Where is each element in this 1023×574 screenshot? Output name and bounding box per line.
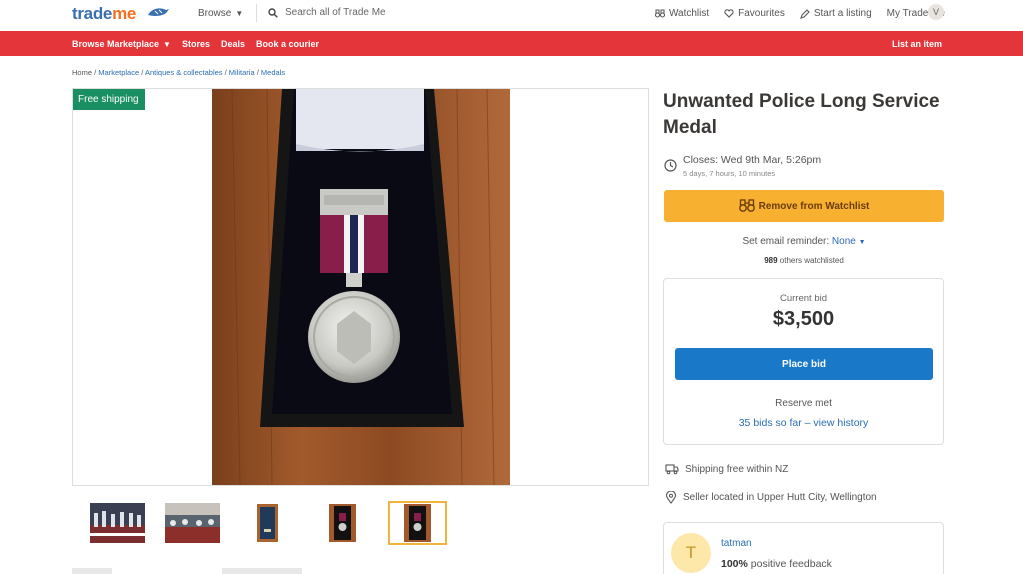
reminder-label: Set email reminder: <box>742 236 830 247</box>
medal-photo-image <box>212 89 510 485</box>
logo-text-me: me <box>112 4 137 23</box>
breadcrumb-subcategory[interactable]: Militaria <box>229 68 255 77</box>
free-shipping-badge: Free shipping <box>73 89 145 110</box>
user-avatar[interactable]: V <box>928 4 944 20</box>
top-bar: trademe Browse ▼ Search all of Trade Me W… <box>0 0 1023 31</box>
divider <box>256 4 257 22</box>
main-photo[interactable] <box>212 89 510 485</box>
cut-off-text <box>72 568 112 574</box>
list-item-link[interactable]: List an item <box>892 39 942 49</box>
seller-name-link[interactable]: tatman <box>721 538 752 549</box>
reminder-value: None <box>831 236 856 247</box>
feedback-text: positive feedback <box>750 558 832 570</box>
place-bid-button[interactable]: Place bid <box>675 348 933 380</box>
watchlist-link[interactable]: Watchlist <box>654 8 710 19</box>
reserve-status: Reserve met <box>775 398 832 409</box>
start-listing-label: Start a listing <box>813 8 872 19</box>
listing-title: Unwanted Police Long Service Medal <box>663 91 940 138</box>
favourites-label: Favourites <box>738 8 785 19</box>
closes-label: Closes: Wed 9th Mar, 5:26pm <box>683 154 822 166</box>
watchlist-button-label: Remove from Watchlist <box>758 200 870 212</box>
watchers-number: 989 <box>764 256 778 265</box>
location-info: Seller located in Upper Hutt City, Welli… <box>665 491 877 504</box>
location-text: Seller located in Upper Hutt City, Welli… <box>683 492 877 503</box>
thumbnail-1[interactable] <box>88 501 147 545</box>
browse-marketplace-label: Browse Marketplace <box>72 39 160 49</box>
breadcrumb-home[interactable]: Home <box>72 68 92 77</box>
seller-feedback: 100% positive feedback <box>721 558 832 570</box>
search-icon <box>268 7 278 18</box>
logo-text-trade: trade <box>72 4 113 23</box>
chevron-down-icon: ▼ <box>163 40 171 49</box>
breadcrumb-leaf[interactable]: Medals <box>261 68 285 77</box>
photo-gallery[interactable]: Free shipping <box>72 88 649 486</box>
time-left: 5 days, 7 hours, 10 minutes <box>683 169 776 178</box>
feedback-percent: 100% <box>721 558 748 570</box>
thumbnail-3[interactable] <box>238 501 297 545</box>
thumbnail-4[interactable] <box>313 501 372 545</box>
trade-me-logo[interactable]: trademe <box>72 4 136 24</box>
email-reminder: Set email reminder: None ▼ <box>664 236 944 247</box>
thumbnail-image <box>315 503 370 543</box>
breadcrumb-category[interactable]: Antiques & collectables <box>145 68 223 77</box>
stores-link[interactable]: Stores <box>182 39 210 49</box>
book-courier-link[interactable]: Book a courier <box>256 39 319 49</box>
seller-avatar[interactable]: T <box>671 533 711 573</box>
thumbnail-strip <box>88 501 447 545</box>
binoculars-icon <box>738 199 755 212</box>
search-input[interactable]: Search all of Trade Me <box>268 7 386 18</box>
bid-panel: Current bid $3,500 Place bid Reserve met… <box>663 278 944 445</box>
chevron-down-icon: ▼ <box>858 239 866 246</box>
search-placeholder: Search all of Trade Me <box>285 7 386 18</box>
clock-icon <box>664 159 677 172</box>
seller-panel: T tatman 100% positive feedback <box>663 522 944 574</box>
shipping-text: Shipping free within NZ <box>685 463 789 475</box>
breadcrumb: Home / Marketplace / Antiques & collecta… <box>72 68 286 77</box>
location-pin-icon <box>665 491 677 504</box>
current-bid-label: Current bid <box>780 293 827 304</box>
watchlist-label: Watchlist <box>668 8 710 19</box>
thumbnail-2[interactable] <box>163 501 222 545</box>
thumbnail-image <box>90 503 145 543</box>
pencil-icon <box>799 8 810 19</box>
main-nav-bar: Browse Marketplace ▼ Stores Deals Book a … <box>0 31 1023 56</box>
kiwi-logo-icon <box>148 8 169 16</box>
closing-time: Closes: Wed 9th Mar, 5:26pm 5 days, 7 ho… <box>664 154 821 178</box>
thumbnail-image <box>240 503 295 543</box>
favourites-link[interactable]: Favourites <box>724 8 785 19</box>
browse-label: Browse <box>198 8 232 19</box>
browse-marketplace-menu[interactable]: Browse Marketplace ▼ <box>72 39 171 49</box>
thumbnail-image <box>390 503 445 543</box>
watchers-count: 989 others watchlisted <box>664 256 944 265</box>
binoculars-icon <box>654 9 665 18</box>
thumbnail-5[interactable] <box>388 501 447 545</box>
watchers-text: others watchlisted <box>779 256 844 265</box>
thumbnail-image <box>165 503 220 543</box>
reminder-dropdown[interactable]: None ▼ <box>832 236 866 247</box>
start-listing-link[interactable]: Start a listing <box>799 8 872 19</box>
remove-from-watchlist-button[interactable]: Remove from Watchlist <box>664 190 944 222</box>
browse-dropdown[interactable]: Browse ▼ <box>198 8 243 19</box>
breadcrumb-marketplace[interactable]: Marketplace <box>98 68 139 77</box>
shipping-info: Shipping free within NZ <box>665 463 788 475</box>
cut-off-text <box>222 568 302 574</box>
truck-icon <box>665 464 679 475</box>
bid-history-link[interactable]: 35 bids so far – view history <box>664 417 943 429</box>
heart-icon <box>724 9 734 18</box>
chevron-down-icon: ▼ <box>235 9 244 18</box>
current-bid-amount: $3,500 <box>772 308 835 330</box>
deals-link[interactable]: Deals <box>221 39 245 49</box>
